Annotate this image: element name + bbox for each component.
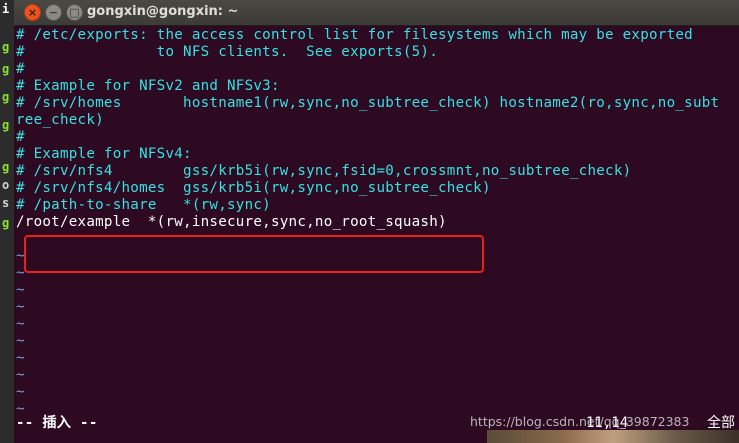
editor-line[interactable]: # /path-to-share *(rw,sync) <box>16 197 271 214</box>
desktop-char: i <box>2 2 10 16</box>
empty-line-marker[interactable]: ~ <box>16 350 25 367</box>
annotation-highlight-box <box>24 235 484 273</box>
editor-line[interactable]: ree_check) <box>16 112 104 129</box>
empty-line-marker[interactable]: ~ <box>16 367 25 384</box>
empty-line-marker[interactable]: ~ <box>16 265 25 282</box>
vim-mode-indicator: -- 插入 -- <box>16 415 98 431</box>
desktop-char: s <box>2 196 10 210</box>
desktop-char: g <box>2 118 10 132</box>
desktop-char: g <box>2 216 10 230</box>
desktop-background-corner <box>487 430 739 443</box>
editor-line[interactable]: # Example for NFSv4: <box>16 146 192 163</box>
empty-line-marker[interactable]: ~ <box>16 248 25 265</box>
desktop-char: o <box>2 178 10 192</box>
empty-line-marker[interactable]: ~ <box>16 316 25 333</box>
desktop-char: g <box>2 160 10 174</box>
editor-line[interactable]: # Example for NFSv2 and NFSv3: <box>16 78 280 95</box>
minimize-window-button[interactable]: − <box>45 4 62 21</box>
editor-line[interactable]: # <box>16 129 25 146</box>
close-window-button[interactable]: × <box>24 4 41 21</box>
maximize-window-button[interactable]: □ <box>66 4 83 21</box>
editor-line[interactable]: # /srv/homes hostname1(rw,sync,no_subtre… <box>16 95 719 112</box>
editor-line[interactable]: # /etc/exports: the access control list … <box>16 27 693 44</box>
desktop-background-strip: igggggosg <box>0 0 14 443</box>
window-titlebar[interactable]: × − □ gongxin@gongxin: ~ <box>14 0 739 26</box>
editor-line[interactable]: # /srv/nfs4/homes gss/krb5i(rw,sync,no_s… <box>16 180 491 197</box>
desktop-char: g <box>2 62 10 76</box>
empty-line-marker[interactable]: ~ <box>16 299 25 316</box>
empty-line-marker[interactable]: ~ <box>16 401 25 418</box>
empty-line-marker[interactable]: ~ <box>16 333 25 350</box>
terminal-vim-editor[interactable]: -- 插入 -- 11,14 全部 # /etc/exports: the ac… <box>14 26 739 443</box>
empty-line-marker[interactable]: ~ <box>16 282 25 299</box>
desktop-char: g <box>2 40 10 54</box>
editor-line[interactable]: /root/example *(rw,insecure,sync,no_root… <box>16 214 447 231</box>
desktop-char: g <box>2 90 10 104</box>
editor-line[interactable]: # to NFS clients. See exports(5). <box>16 44 438 61</box>
editor-line[interactable]: # /srv/nfs4 gss/krb5i(rw,sync,fsid=0,cro… <box>16 163 631 180</box>
window-title: gongxin@gongxin: ~ <box>87 4 239 19</box>
empty-line-marker[interactable]: ~ <box>16 384 25 401</box>
watermark-text: https://blog.csdn.net/qq_39872383 <box>470 414 690 429</box>
editor-line[interactable]: # <box>16 61 25 78</box>
